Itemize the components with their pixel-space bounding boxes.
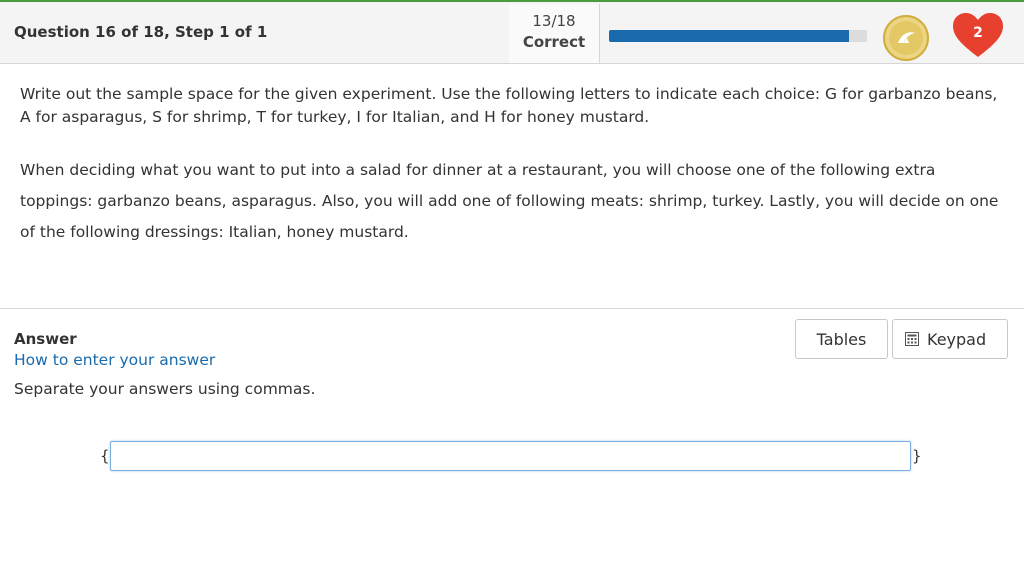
score-label: Correct: [522, 33, 586, 51]
keypad-icon: [905, 331, 919, 346]
coin-badge-icon[interactable]: [883, 15, 929, 61]
tables-button[interactable]: Tables: [795, 319, 888, 359]
answer-input[interactable]: [110, 441, 911, 471]
question-header: Question 16 of 18, Step 1 of 1 13/18 Cor…: [0, 2, 1024, 64]
heart-icon: 2: [951, 12, 1005, 60]
keypad-button-label: Keypad: [927, 329, 987, 349]
keypad-button[interactable]: Keypad: [892, 319, 1008, 359]
separator-hint: Separate your answers using commas.: [14, 380, 316, 398]
progress-bar: [609, 30, 867, 42]
score-box: 13/18 Correct: [509, 4, 599, 63]
how-to-enter-answer-link[interactable]: How to enter your answer: [14, 351, 215, 369]
question-title: Question 16 of 18, Step 1 of 1: [14, 23, 268, 41]
brace-close: }: [912, 447, 922, 465]
lives-count: 2: [973, 25, 983, 41]
brace-open: {: [100, 447, 110, 465]
score-divider-right: [599, 4, 600, 63]
progress-fill: [609, 30, 849, 42]
score-fraction: 13/18: [532, 12, 576, 30]
question-panel: Write out the sample space for the given…: [0, 64, 1024, 309]
coin-swoosh-icon: [898, 32, 915, 43]
answer-label: Answer: [14, 330, 77, 348]
question-instructions: Write out the sample space for the given…: [20, 85, 998, 126]
question-scenario: When deciding what you want to put into …: [20, 161, 999, 241]
